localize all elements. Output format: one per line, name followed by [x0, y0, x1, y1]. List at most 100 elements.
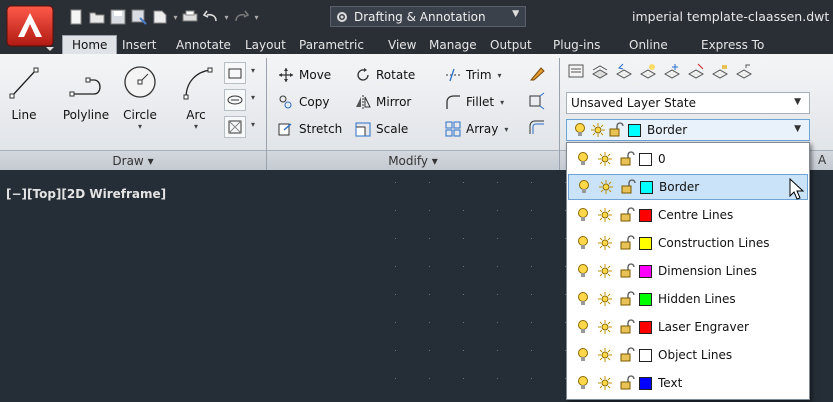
chevron-down-icon[interactable]: ▾	[251, 120, 255, 129]
chevron-down-icon[interactable]: ▾	[252, 13, 261, 22]
circle-tool-button[interactable]: Circle ▾	[120, 60, 160, 131]
tab-manage[interactable]: Manage	[429, 36, 477, 54]
redo-icon[interactable]	[231, 7, 251, 27]
sun-thaw-icon[interactable]	[596, 262, 614, 280]
lightbulb-on-icon[interactable]	[574, 374, 592, 392]
rotate-button[interactable]: Rotate	[355, 64, 415, 86]
sun-thaw-icon[interactable]	[596, 206, 614, 224]
layer-color-swatch[interactable]	[640, 180, 653, 194]
gradient-tool-button[interactable]	[224, 116, 246, 138]
layer-match-icon[interactable]	[591, 62, 609, 80]
unlocked-padlock-icon[interactable]	[618, 262, 636, 280]
unlocked-padlock-icon[interactable]	[618, 346, 636, 364]
chevron-down-icon[interactable]: ▾	[251, 93, 255, 102]
layer-color-swatch[interactable]	[639, 208, 652, 222]
lightbulb-on-icon[interactable]	[575, 178, 593, 196]
tab-output[interactable]: Output	[490, 36, 532, 54]
chevron-down-icon[interactable]: ▾	[222, 13, 231, 22]
save-icon[interactable]	[108, 7, 128, 27]
explode-button[interactable]	[527, 91, 549, 113]
layer-previous-icon[interactable]	[615, 62, 633, 80]
chevron-down-icon[interactable]: ▾	[251, 66, 255, 75]
layer-state-combo[interactable]: Unsaved Layer State ▼	[566, 92, 810, 114]
chevron-down-icon[interactable]: ▾	[178, 122, 214, 131]
rectangle-tool-button[interactable]	[224, 62, 246, 84]
trim-button[interactable]: Trim ▾	[445, 64, 502, 86]
layer-freeze-icon[interactable]	[663, 62, 681, 80]
array-button[interactable]: Array ▾	[445, 118, 508, 140]
layer-color-swatch[interactable]	[639, 348, 652, 362]
tab-online[interactable]: Online	[629, 36, 668, 54]
tab-express-tools[interactable]: Express To	[701, 36, 764, 54]
tab-insert[interactable]: Insert	[122, 36, 156, 54]
layer-color-swatch[interactable]	[639, 264, 652, 278]
layer-row[interactable]: Dimension Lines	[568, 258, 808, 284]
tab-parametric[interactable]: Parametric	[299, 36, 364, 54]
viewport-controls-label[interactable]: [−][Top][2D Wireframe]	[6, 187, 166, 201]
chevron-down-icon[interactable]: ▾	[171, 13, 180, 22]
sun-thaw-icon[interactable]	[596, 150, 614, 168]
line-tool-button[interactable]: Line	[6, 60, 42, 122]
lightbulb-on-icon[interactable]	[574, 290, 592, 308]
unlocked-padlock-icon[interactable]	[618, 374, 636, 392]
polyline-tool-button[interactable]: Polyline	[58, 60, 114, 122]
lightbulb-on-icon[interactable]	[574, 346, 592, 364]
chevron-down-icon[interactable]: ▾	[504, 125, 508, 134]
sun-thaw-icon[interactable]	[596, 374, 614, 392]
layer-row[interactable]: Border	[568, 174, 808, 200]
layer-row[interactable]: Centre Lines	[568, 202, 808, 228]
layer-row[interactable]: Text	[568, 370, 808, 396]
modify-panel-footer[interactable]: Modify ▾	[267, 150, 559, 170]
layer-row[interactable]: 0	[568, 146, 808, 172]
tab-layout[interactable]: Layout	[245, 36, 286, 54]
layer-row[interactable]: Laser Engraver	[568, 314, 808, 340]
customize-qat-icon[interactable]: ▾	[514, 8, 519, 19]
chevron-down-icon[interactable]: ▾	[120, 122, 160, 131]
layer-color-swatch[interactable]	[639, 320, 652, 334]
sun-thaw-icon[interactable]	[597, 178, 615, 196]
stretch-button[interactable]: Stretch	[278, 118, 342, 140]
unlocked-padlock-icon[interactable]	[618, 290, 636, 308]
layer-properties-icon[interactable]	[567, 62, 585, 80]
lightbulb-on-icon[interactable]	[574, 262, 592, 280]
offset-button[interactable]	[527, 118, 549, 140]
plot-preview-icon[interactable]	[150, 7, 170, 27]
scale-button[interactable]: Scale	[355, 118, 408, 140]
current-layer-combo[interactable]: Border ▼	[566, 119, 810, 141]
sun-thaw-icon[interactable]	[596, 234, 614, 252]
layer-lock-icon[interactable]	[711, 62, 729, 80]
plot-icon[interactable]	[180, 7, 200, 27]
new-file-icon[interactable]	[66, 7, 86, 27]
layer-color-swatch[interactable]	[639, 376, 652, 390]
lightbulb-on-icon[interactable]	[574, 206, 592, 224]
undo-icon[interactable]	[201, 7, 221, 27]
unlocked-padlock-icon[interactable]	[618, 318, 636, 336]
mirror-button[interactable]: Mirror	[355, 91, 411, 113]
open-folder-icon[interactable]	[87, 7, 107, 27]
move-button[interactable]: Move	[278, 64, 331, 86]
layer-color-swatch[interactable]	[639, 292, 652, 306]
layer-color-swatch[interactable]	[639, 236, 652, 250]
sun-thaw-icon[interactable]	[596, 318, 614, 336]
hatch-tool-button[interactable]	[224, 89, 246, 111]
layer-row[interactable]: Object Lines	[568, 342, 808, 368]
workspace-switcher[interactable]: Drafting & Annotation ▼	[330, 6, 526, 27]
tab-view[interactable]: View	[388, 36, 416, 54]
tab-plug-ins[interactable]: Plug-ins	[553, 36, 600, 54]
tab-home[interactable]: Home	[62, 35, 118, 55]
unlocked-padlock-icon[interactable]	[618, 206, 636, 224]
copy-button[interactable]: Copy	[278, 91, 329, 113]
chevron-down-icon[interactable]: ▾	[498, 71, 502, 80]
chevron-down-icon[interactable]: ▾	[500, 98, 504, 107]
application-menu-button[interactable]	[4, 3, 56, 55]
sun-thaw-icon[interactable]	[596, 346, 614, 364]
erase-button[interactable]	[527, 64, 549, 86]
save-as-icon[interactable]	[129, 7, 149, 27]
draw-panel-footer[interactable]: Draw ▾	[0, 150, 266, 170]
layer-isolate-icon[interactable]	[639, 62, 657, 80]
layer-unlock-icon[interactable]	[735, 62, 753, 80]
unlocked-padlock-icon[interactable]	[619, 178, 637, 196]
lightbulb-on-icon[interactable]	[574, 234, 592, 252]
lightbulb-on-icon[interactable]	[574, 318, 592, 336]
layer-row[interactable]: Hidden Lines	[568, 286, 808, 312]
